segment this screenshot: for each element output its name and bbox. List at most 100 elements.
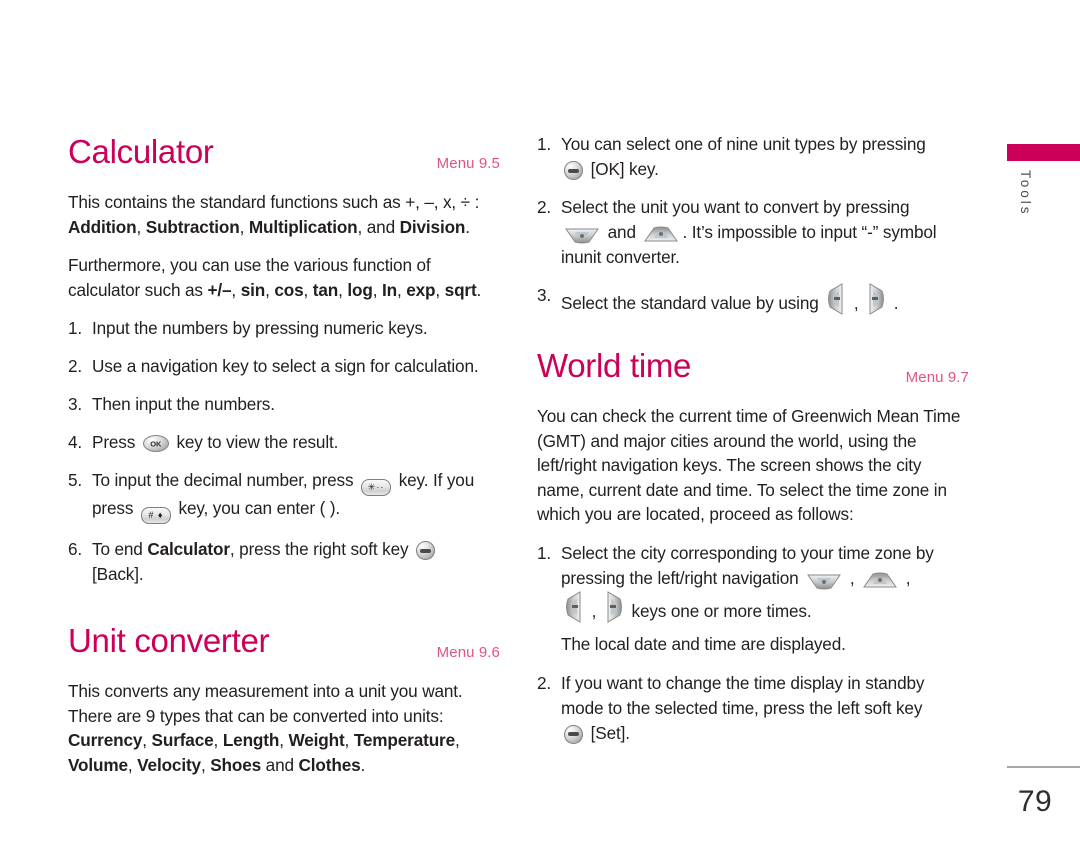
section-unit-converter: Unit converter Menu 9.6 This converts an… — [68, 621, 500, 777]
nav-right-key-icon — [605, 590, 623, 623]
nav-left-key-icon — [565, 590, 583, 623]
text-run: , — [127, 754, 138, 775]
text-run: and — [261, 754, 299, 775]
side-tab-bar — [1007, 144, 1080, 161]
calculator-heading-row: Calculator Menu 9.5 — [68, 132, 500, 176]
text-run: , — [231, 279, 241, 300]
page-title-unit-converter: Unit converter — [68, 622, 270, 659]
text-run: , — [265, 279, 275, 300]
list-item: 4. Press key to view the result. — [68, 430, 500, 455]
text-run: , — [200, 754, 211, 775]
hash-key-icon: # ♦ — [140, 507, 171, 524]
text-bold: Length — [222, 730, 280, 750]
text-bold: sin — [240, 279, 266, 300]
step-text: To input the decimal number, press — [92, 470, 359, 490]
text-bold: +/– — [207, 279, 232, 300]
step-text: You can select one of nine unit types by… — [561, 134, 926, 154]
step-text: Input the numbers by pressing numeric ke… — [92, 318, 428, 338]
step-text: key to view the result. — [171, 432, 339, 452]
text-bold: Subtraction — [145, 216, 240, 237]
text-bold: Clothes — [298, 754, 361, 775]
text-bold: Temperature — [353, 730, 456, 750]
text-bold: Volume — [68, 754, 128, 775]
section-world-time: World time Menu 9.7 You can check the cu… — [537, 346, 969, 746]
list-item: 6. To end Calculator, press the right sof… — [68, 537, 500, 587]
step-text: key, you can enter ( ). — [173, 498, 341, 518]
step-text: , — [849, 293, 864, 313]
unit-converter-paragraph: This converts any measurement into a uni… — [68, 679, 500, 777]
list-item: 2. If you want to change the time display… — [537, 671, 969, 746]
nav-left-key-icon — [827, 283, 845, 315]
text-run: , — [372, 279, 382, 300]
section-calculator: Calculator Menu 9.5 This contains the st… — [68, 132, 500, 587]
text-run: , — [344, 730, 354, 750]
unit-converter-steps: 1. You can select one of nine unit types … — [537, 132, 969, 316]
text-run: This converts any measurement into a uni… — [68, 681, 463, 726]
text-bold: Addition — [68, 216, 137, 237]
ok-key-icon — [142, 435, 169, 452]
step-text: , — [587, 600, 601, 621]
step-text: To end — [92, 539, 148, 559]
step-number: 2. — [68, 356, 83, 376]
step-text: [Set]. — [590, 722, 630, 743]
calculator-steps: 1. Input the numbers by pressing numeric… — [68, 316, 500, 587]
menu-tag-calculator: Menu 9.5 — [436, 155, 500, 172]
world-time-steps: 1. Select the city corresponding to your … — [537, 541, 969, 746]
text-run: , and — [357, 216, 400, 237]
step-text: . — [889, 293, 899, 313]
nav-up-key-icon — [644, 226, 679, 244]
text-run: , — [338, 279, 348, 300]
step-text: Select the standard value by using — [561, 293, 824, 313]
text-run: . — [476, 279, 482, 300]
menu-tag-unit-converter: Menu 9.6 — [436, 644, 500, 661]
step-text: , press the right soft key — [229, 539, 414, 559]
list-item: 1. You can select one of nine unit types … — [537, 132, 969, 182]
nav-down-key-icon — [565, 226, 599, 244]
text-run: . — [465, 216, 470, 237]
step-text: If you want to change the time display i… — [561, 672, 925, 718]
world-time-heading-row: World time Menu 9.7 — [537, 346, 969, 390]
step-number: 3. — [68, 394, 83, 414]
text-run: , — [136, 216, 146, 237]
list-item: 1. Select the city corresponding to your … — [537, 541, 969, 657]
text-bold: tan — [312, 279, 339, 300]
page-title-calculator: Calculator — [68, 133, 214, 170]
left-column: Calculator Menu 9.5 This contains the st… — [68, 132, 500, 791]
text-bold: log — [347, 279, 373, 300]
step-number: 2. — [537, 197, 552, 217]
list-item: 2. Use a navigation key to select a sign… — [68, 354, 500, 379]
text-run: , — [396, 279, 407, 300]
step-text: keys one or more times. — [626, 600, 812, 621]
list-item: 3. Select the standard value by using , — [537, 283, 969, 316]
menu-tag-world-time: Menu 9.7 — [905, 369, 969, 386]
step-number: 3. — [537, 285, 552, 305]
star-key-icon: ✳·· — [361, 479, 392, 496]
text-run: . — [360, 754, 366, 775]
manual-page: Calculator Menu 9.5 This contains the st… — [0, 0, 1080, 864]
nav-up-key-icon — [863, 572, 898, 590]
text-run: , — [142, 730, 152, 750]
text-bold: Currency — [68, 730, 143, 750]
step-number: 2. — [537, 672, 552, 693]
step-number: 1. — [537, 542, 552, 563]
text-bold: cos — [274, 279, 304, 300]
world-time-paragraph: You can check the current time of Greenw… — [537, 406, 961, 524]
text-run: , — [239, 216, 249, 237]
step-number: 1. — [537, 134, 552, 154]
text-bold: Weight — [288, 730, 345, 750]
page-number: 79 — [1017, 785, 1053, 818]
step-text: Select the unit you want to convert by p… — [561, 197, 910, 217]
calculator-paragraph-1: This contains the standard functions suc… — [68, 190, 500, 239]
soft-key-icon — [564, 161, 583, 180]
text-bold: Multiplication — [248, 216, 358, 237]
nav-right-key-icon — [867, 283, 885, 315]
list-item: 1. Input the numbers by pressing numeric… — [68, 316, 500, 341]
step-number: 6. — [68, 539, 83, 559]
step-text: and — [603, 222, 641, 242]
footer-rule — [1007, 766, 1080, 768]
list-item: 2. Select the unit you want to convert by… — [537, 195, 969, 270]
step-text: Press — [92, 432, 140, 452]
step-text: [OK] key. — [590, 159, 659, 179]
text-run: , — [303, 279, 313, 300]
text-bold: Velocity — [137, 754, 201, 775]
